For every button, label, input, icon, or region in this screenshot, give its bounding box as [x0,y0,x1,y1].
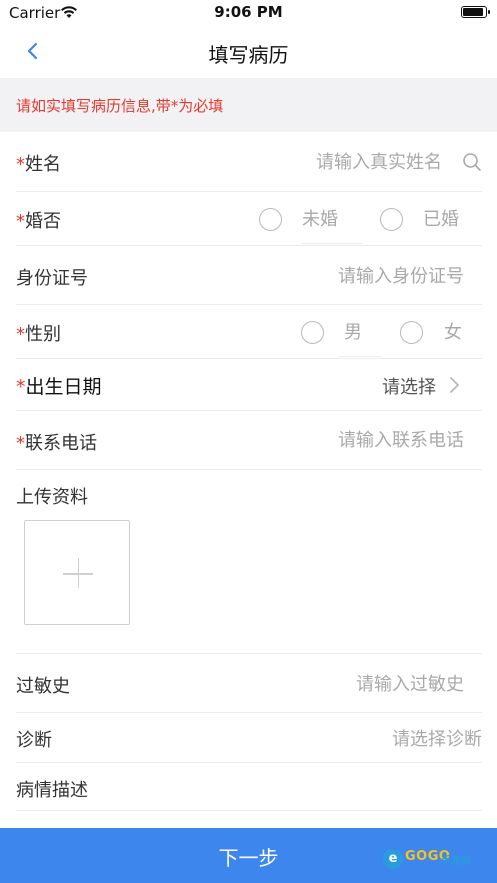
option-male[interactable]: 男 [344,318,362,344]
diagnosis-row[interactable]: 诊断 请选择诊断 [16,712,482,763]
birthdate-label: *出生日期 [16,372,102,399]
required-mark: * [16,154,25,175]
clock: 9:06 PM [214,3,283,21]
birthdate-value[interactable]: 请选择 [382,373,436,399]
required-mark: * [16,211,25,232]
gender-row: *性别 男 女 [16,304,482,359]
birthdate-row[interactable]: *出生日期 请选择 [16,358,482,411]
name-row: *姓名 [16,132,482,192]
phone-label-text: 联系电话 [25,433,97,454]
radio-unmarried[interactable] [259,208,282,231]
required-mark: * [16,324,25,345]
radio-male[interactable] [301,321,324,344]
search-icon[interactable] [462,152,482,172]
marital-label-text: 婚否 [25,211,61,232]
allergy-row: 过敏史 [16,654,482,713]
radio-married[interactable] [380,208,403,231]
phone-label: *联系电话 [16,429,97,455]
watermark-sub: 手游网 [441,856,471,867]
required-mark: * [16,376,26,398]
upload-divider [16,640,482,654]
status-bar: Carrier 9:06 PM [0,0,497,26]
upload-label: 上传资料 [16,487,88,508]
phone-input[interactable] [224,427,464,453]
idcard-label: 身份证号 [16,268,88,289]
radio-female[interactable] [400,321,423,344]
description-label: 病情描述 [16,780,88,801]
idcard-row: 身份证号 [16,245,482,305]
option-unmarried[interactable]: 未婚 [302,205,338,231]
birthdate-label-text: 出生日期 [25,376,102,398]
idcard-input[interactable] [224,263,464,289]
page-title: 填写病历 [208,43,289,67]
name-label-text: 姓名 [25,154,61,175]
divider [302,243,362,244]
notice-banner: 请如实填写病历信息,带*为必填 [0,78,497,132]
chevron-right-icon [448,376,460,394]
option-married[interactable]: 已婚 [423,205,459,231]
watermark-e-icon: e [383,849,403,869]
battery-icon [461,6,490,18]
option-female[interactable]: 女 [444,318,462,344]
required-mark: * [16,433,25,454]
name-label: *姓名 [16,150,61,176]
diagnosis-label: 诊断 [16,730,52,751]
divider [338,356,382,357]
allergy-input[interactable] [224,671,464,697]
notice-text: 请如实填写病历信息,带*为必填 [16,97,224,115]
marital-label: *婚否 [16,207,61,233]
marital-row: *婚否 未婚 已婚 [16,191,482,246]
nav-bar: 填写病历 [0,26,497,78]
diagnosis-select[interactable]: 请选择诊断 [392,725,482,751]
name-input[interactable] [202,149,442,175]
watermark-logo: e GOGO 手游网 [383,848,483,870]
plus-icon-vertical [77,558,79,588]
allergy-label: 过敏史 [16,676,70,697]
phone-row: *联系电话 [16,410,482,470]
gender-label-text: 性别 [25,324,61,345]
upload-add-button[interactable] [24,520,130,625]
gender-label: *性别 [16,320,61,346]
